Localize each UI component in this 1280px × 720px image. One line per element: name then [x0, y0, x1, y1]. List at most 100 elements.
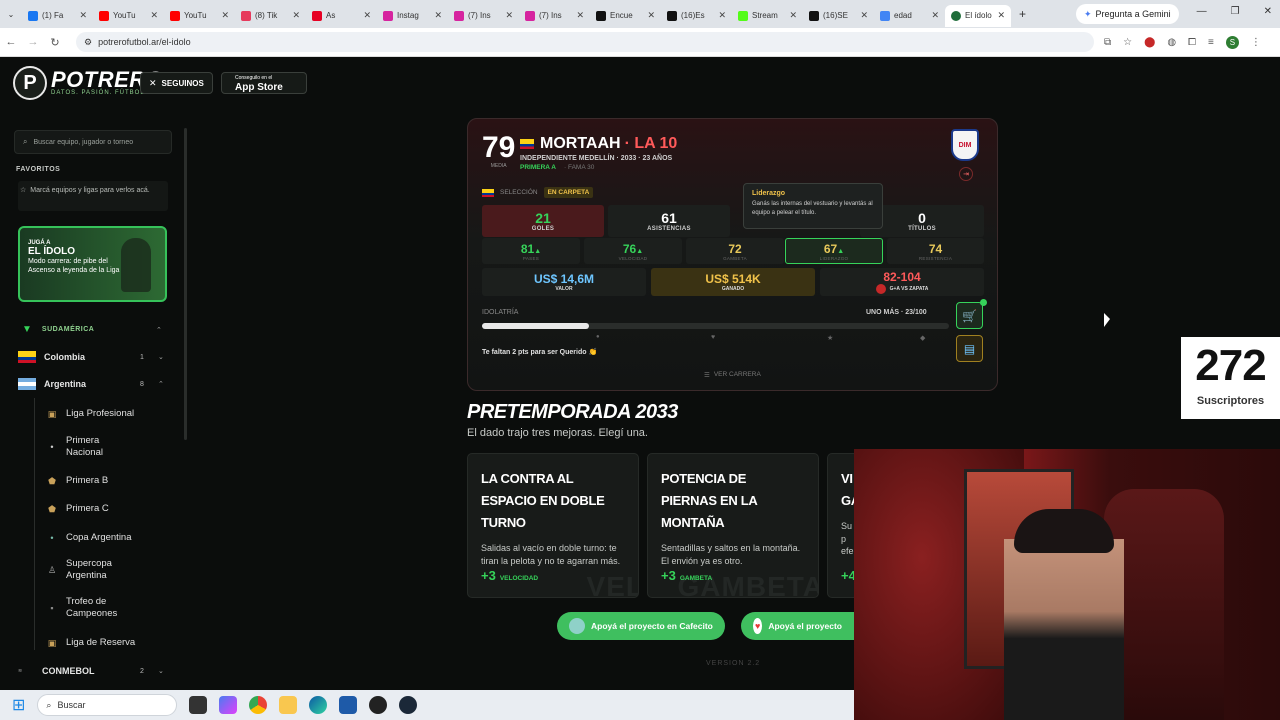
- close-icon[interactable]: ✕: [931, 10, 939, 21]
- jersey-icon[interactable]: ▤: [956, 335, 983, 362]
- tab-search-icon[interactable]: ⌄: [0, 10, 22, 19]
- new-tab-button[interactable]: +: [1019, 7, 1026, 21]
- close-icon[interactable]: ✕: [860, 10, 868, 21]
- country-colombia[interactable]: Colombia 1 ⌄: [18, 351, 164, 363]
- close-icon[interactable]: ✕: [363, 10, 371, 21]
- extensions-puzzle-icon[interactable]: ⧠: [1188, 37, 1196, 48]
- profile-avatar[interactable]: S: [1225, 35, 1239, 49]
- club-badge-icon: DIM: [951, 129, 979, 161]
- close-icon[interactable]: ✕: [434, 10, 442, 21]
- close-icon[interactable]: ✕: [221, 10, 229, 21]
- app-store-button[interactable]: Conseguilo en el App Store: [221, 72, 307, 94]
- sidebar-scrollbar[interactable]: [184, 128, 187, 440]
- choice-card-2[interactable]: GAMBETA POTENCIA DE PIERNAS EN LA MONTAÑ…: [647, 453, 819, 598]
- store-icon[interactable]: [339, 696, 358, 714]
- close-icon[interactable]: ✕: [576, 10, 584, 21]
- close-icon[interactable]: ✕: [150, 10, 158, 21]
- logout-icon[interactable]: ⇥: [959, 167, 973, 181]
- browser-tab[interactable]: YouTu ✕: [93, 5, 164, 27]
- reload-icon[interactable]: ↻: [44, 36, 66, 49]
- player-rating: 79 MEDIA: [482, 133, 515, 170]
- follow-button[interactable]: ✕ SEGUINOS: [140, 72, 213, 94]
- tab-active[interactable]: El ídolo ✕: [945, 4, 1011, 27]
- attr-label: RESISTENCIA: [918, 255, 953, 261]
- back-icon[interactable]: ←: [0, 36, 22, 48]
- close-icon[interactable]: ✕: [79, 10, 87, 21]
- league-liga-profesional[interactable]: ▣ Liga Profesional: [46, 407, 134, 421]
- file-explorer-icon[interactable]: [279, 696, 298, 714]
- tab-favicon-icon: [383, 10, 393, 21]
- attr-label: LIDERAZGO: [819, 255, 849, 261]
- task-view-icon[interactable]: [189, 696, 208, 714]
- support-button-2[interactable]: ♥ Apoyá el proyecto: [741, 612, 854, 640]
- sidebar-search-input[interactable]: ⌕ Buscar equipo, jugador o torneo: [14, 130, 172, 154]
- close-icon[interactable]: ✕: [789, 10, 797, 21]
- milestone-1-icon: ●: [596, 334, 600, 340]
- close-window-icon[interactable]: ✕: [1264, 6, 1272, 17]
- taskbar-search-input[interactable]: ⌕ Buscar: [37, 694, 178, 716]
- country-name: Argentina: [44, 379, 87, 389]
- browser-tab[interactable]: YouTu ✕: [164, 5, 235, 27]
- confederation-conmebol[interactable]: ≋ CONMEBOL 2 ⌄: [18, 666, 164, 676]
- browser-tab[interactable]: Stream ✕: [732, 5, 803, 27]
- league-primera-b[interactable]: ⬟ Primera B: [46, 474, 108, 488]
- tab-favicon-icon: [880, 10, 890, 21]
- country-argentina[interactable]: Argentina 8 ⌃: [18, 378, 164, 390]
- league-liga-de-reserva[interactable]: ▣ Liga de Reserva: [46, 636, 135, 650]
- choice-desc: Salidas al vacío en doble turno: te tira…: [481, 543, 621, 566]
- obs-icon[interactable]: [369, 696, 388, 714]
- league-primera-c[interactable]: ⬟ Primera C: [46, 502, 109, 516]
- close-icon[interactable]: ✕: [997, 10, 1005, 21]
- browser-tab[interactable]: (16)SE ✕: [803, 5, 874, 27]
- edge-icon[interactable]: [309, 696, 328, 714]
- steam-icon[interactable]: [399, 696, 418, 714]
- league-supercopa-argentina[interactable]: ♙ Supercopa Argentina: [46, 558, 136, 582]
- browser-tab[interactable]: edad ✕: [874, 5, 945, 27]
- close-icon[interactable]: ✕: [718, 10, 726, 21]
- browser-tab[interactable]: (7) Ins ✕: [519, 5, 590, 27]
- crown-icon: ◆: [920, 335, 926, 342]
- cast-icon[interactable]: ⧉: [1104, 37, 1111, 48]
- money-value: US$ 14,6M: [533, 272, 595, 286]
- subs-label: Suscriptores: [1196, 395, 1265, 407]
- cafecito-support-button[interactable]: Apoyá el proyecto en Cafecito: [557, 612, 725, 640]
- copilot-icon[interactable]: [219, 696, 238, 714]
- extension-icon[interactable]: ⬤: [1144, 37, 1155, 48]
- league-trofeo-de-campeones[interactable]: ▪ Trofeo de Campeones: [46, 596, 136, 620]
- cafecito-label: Apoyá el proyecto en Cafecito: [591, 621, 713, 631]
- browser-tab[interactable]: (1) Fa ✕: [22, 5, 93, 27]
- close-icon[interactable]: ✕: [292, 10, 300, 21]
- bookmark-star-icon[interactable]: ☆: [1123, 37, 1132, 48]
- career-link[interactable]: ☰ VER CARRERA: [704, 371, 761, 379]
- choice-card-3[interactable]: VI GA Su p efe +4: [827, 453, 854, 598]
- chrome-icon[interactable]: [249, 696, 268, 714]
- windows-start-icon[interactable]: ⊞: [12, 695, 25, 715]
- browser-tab[interactable]: (16)Es ✕: [661, 5, 732, 27]
- extension-2-icon[interactable]: ◍: [1167, 37, 1176, 48]
- attr-value: 76▲: [623, 242, 643, 256]
- choice-card-1[interactable]: VEL LA CONTRA AL ESPACIO EN DOBLE TURNO …: [467, 453, 639, 598]
- gemini-button[interactable]: ✦ Pregunta a Gemini: [1076, 4, 1179, 24]
- browser-tab[interactable]: (8) Tik ✕: [235, 5, 306, 27]
- browser-tab[interactable]: Encue ✕: [590, 5, 661, 27]
- browser-tab[interactable]: Instag ✕: [377, 5, 448, 27]
- maximize-icon[interactable]: ❐: [1231, 6, 1240, 17]
- url-field[interactable]: ⚙ potrerofutbol.ar/el-idolo: [76, 32, 1094, 52]
- close-icon[interactable]: ✕: [647, 10, 655, 21]
- forward-icon[interactable]: →: [22, 36, 44, 48]
- player-card: 79 MEDIA MORTAAH · LA 10 INDEPENDIENTE M…: [467, 118, 998, 391]
- tab-favicon-icon: [241, 10, 251, 21]
- cart-icon[interactable]: 🛒: [956, 302, 983, 329]
- promo-el-idolo-card[interactable]: JUGÁ A EL ÍDOLO Modo carrera: de pibe de…: [18, 226, 167, 302]
- close-icon[interactable]: ✕: [505, 10, 513, 21]
- minimize-icon[interactable]: —: [1197, 6, 1207, 17]
- browser-tab[interactable]: As ✕: [306, 5, 377, 27]
- browser-tab[interactable]: (7) Ins ✕: [448, 5, 519, 27]
- tab-title: El ídolo: [965, 11, 992, 20]
- site-info-icon[interactable]: ⚙: [84, 37, 92, 48]
- media-icon[interactable]: ≡: [1208, 37, 1214, 48]
- region-sudamerica[interactable]: ▼ SUDAMÉRICA ⌃: [22, 324, 162, 335]
- league-primera-nacional[interactable]: • Primera Nacional: [46, 435, 136, 459]
- menu-dots-icon[interactable]: ⋮: [1251, 37, 1261, 48]
- league-copa-argentina[interactable]: • Copa Argentina: [46, 531, 131, 545]
